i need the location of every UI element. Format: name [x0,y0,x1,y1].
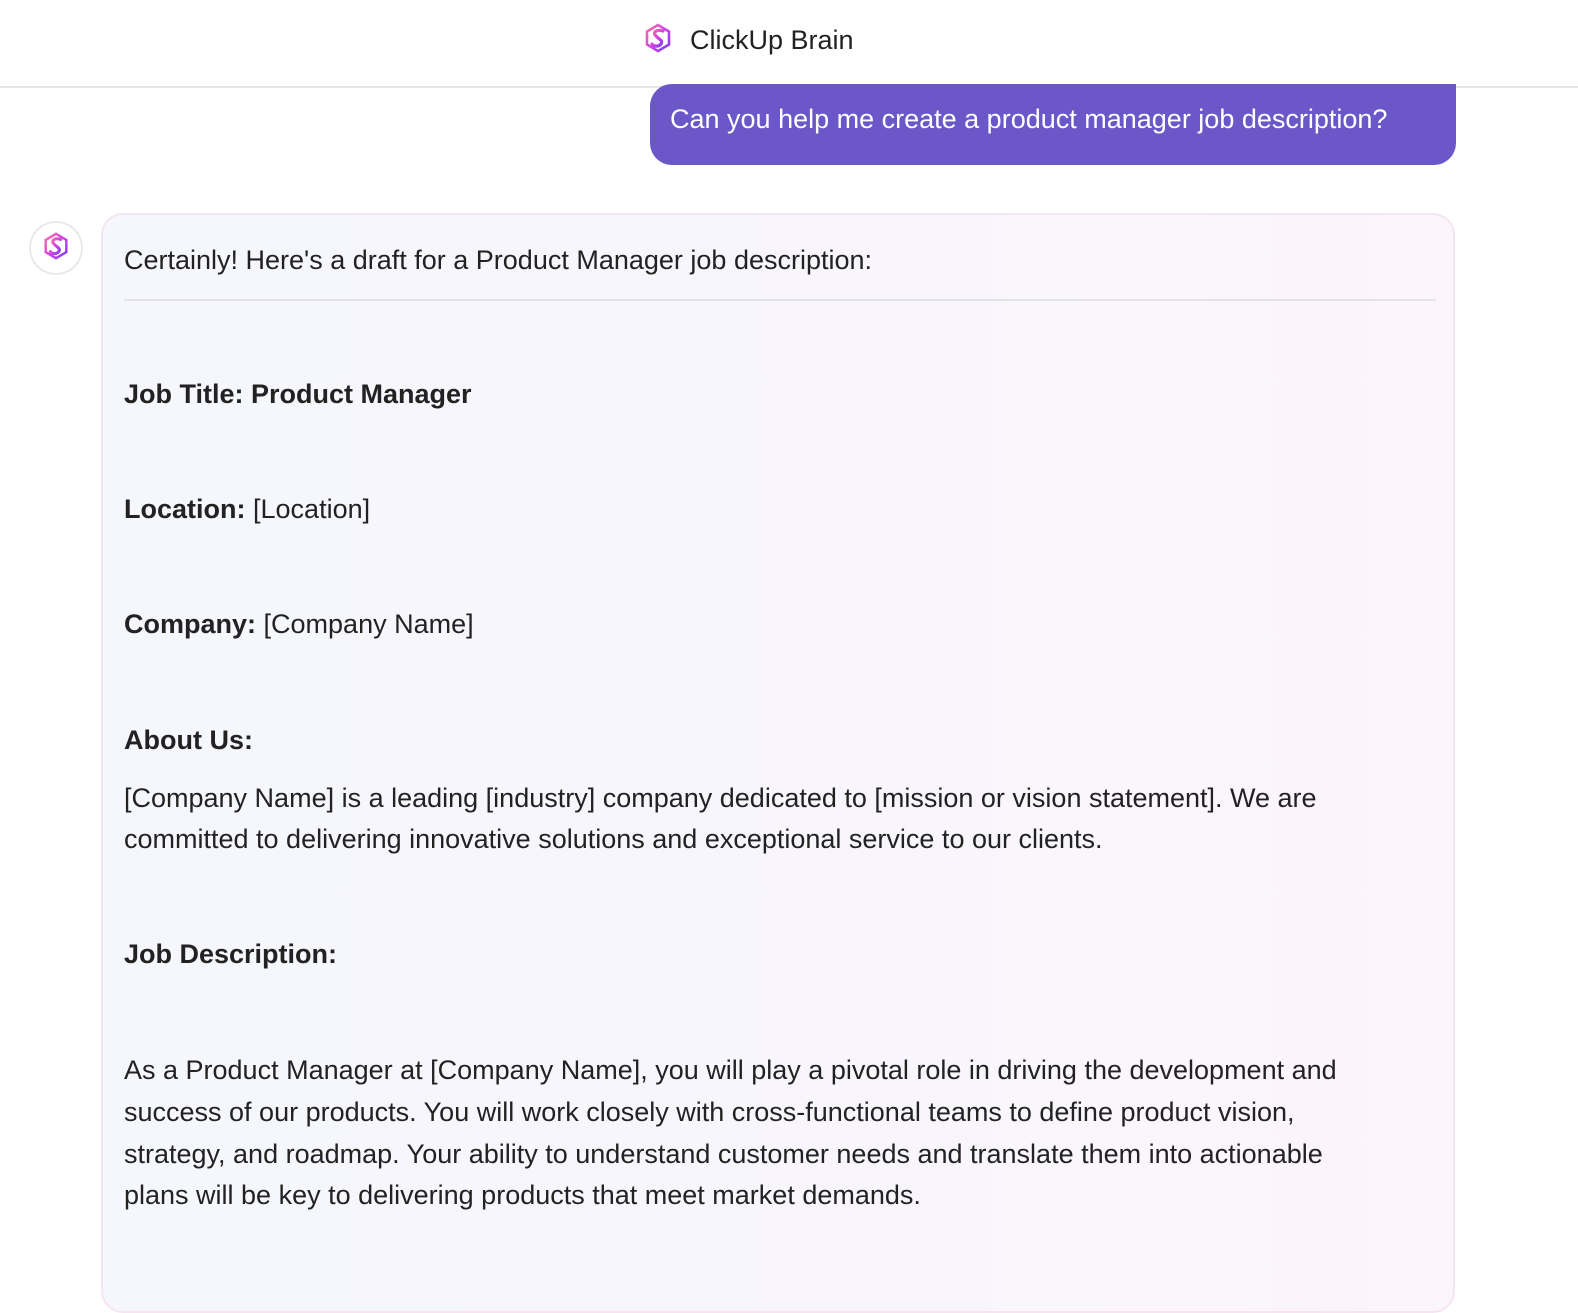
job-description-heading: Job Description: [124,933,337,975]
job-description-line: strategy, and roadmap. Your ability to u… [124,1139,1323,1169]
job-description-line: As a Product Manager at [Company Name], … [124,1055,1337,1085]
job-title-heading: Job Title: Product Manager [124,373,472,415]
divider [124,299,1436,301]
assistant-message-card: Certainly! Here's a draft for a Product … [101,213,1455,1313]
brain-logo-icon [41,231,71,266]
location-label: Location: [124,494,246,524]
app-title: ClickUp Brain [690,25,854,55]
about-label: About Us: [124,725,253,755]
location-value: [Location] [253,494,371,524]
assistant-avatar [29,221,83,275]
about-heading: About Us: [124,719,253,761]
brand: ClickUp Brain [642,22,854,59]
job-title-label: Job Title: Product Manager [124,379,472,409]
company-label: Company: [124,609,257,639]
job-description-label: Job Description: [124,939,338,969]
assistant-intro: Certainly! Here's a draft for a Product … [124,245,873,275]
company-line: Company: [Company Name] [124,603,474,645]
about-line: [Company Name] is a leading [industry] c… [124,783,1317,813]
app-header: ClickUp Brain [0,0,1578,88]
about-line: committed to delivering innovative solut… [124,824,1103,854]
job-description-line: success of our products. You will work c… [124,1097,1295,1127]
user-message-bubble: Can you help me create a product manager… [650,84,1456,165]
job-description-line: plans will be key to delivering products… [124,1180,921,1210]
brain-logo-icon [642,22,674,59]
company-value: [Company Name] [263,609,474,639]
location-line: Location: [Location] [124,488,370,530]
